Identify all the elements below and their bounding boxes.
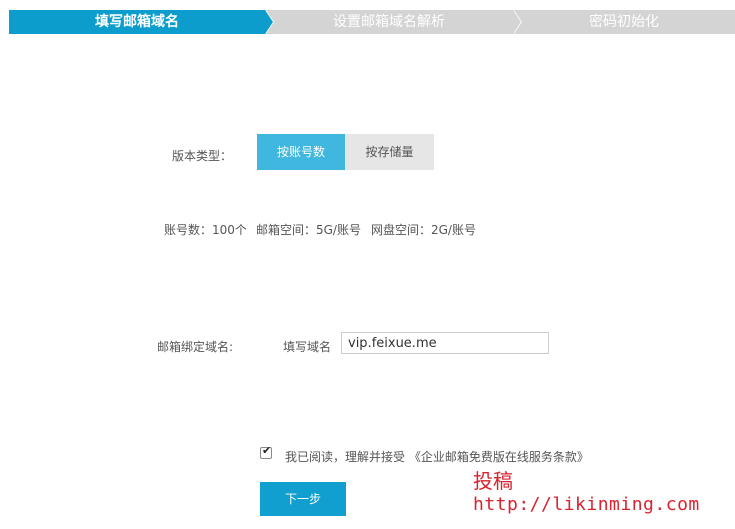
step-label: 密码初始化 (589, 14, 659, 30)
mailbox-space-info: 邮箱空间：5G/账号 (256, 223, 361, 237)
version-type-label: 版本类型： (172, 149, 233, 163)
watermark-url: http://likinming.com (473, 494, 700, 515)
watermark-title: 投稿 (473, 469, 513, 493)
option-by-storage[interactable]: 按存储量 (345, 134, 434, 170)
checkmark-icon: ✔ (262, 444, 272, 457)
disk-space-info: 网盘空间：2G/账号 (371, 223, 476, 237)
step-label: 设置邮箱域名解析 (333, 14, 445, 30)
step-password-init: 密码初始化 (513, 10, 735, 34)
step-dns-setup: 设置邮箱域名解析 (265, 10, 513, 34)
next-step-button[interactable]: 下一步 (260, 482, 346, 516)
fill-domain-label: 填写域名 (283, 340, 332, 354)
agreement-checkbox[interactable]: ✔ (260, 444, 272, 459)
domain-input[interactable] (341, 332, 549, 354)
step-label: 填写邮箱域名 (95, 14, 179, 30)
terms-link[interactable]: 《企业邮箱免费版在线服务条款》 (409, 450, 589, 464)
step-arrow (265, 10, 273, 34)
agreement-statement: 我已阅读，理解并接受 (285, 450, 406, 464)
option-by-accounts[interactable]: 按账号数 (257, 134, 345, 170)
step-fill-domain: 填写邮箱域名 (9, 10, 265, 34)
account-count-info: 账号数：100个 (164, 223, 247, 237)
bind-domain-label: 邮箱绑定域名: (157, 340, 234, 354)
agreement-text: 我已阅读，理解并接受 《企业邮箱免费版在线服务条款》 (285, 448, 589, 465)
step-arrow (513, 10, 521, 34)
step-progress-bar: 填写邮箱域名 设置邮箱域名解析 密码初始化 (9, 10, 735, 34)
